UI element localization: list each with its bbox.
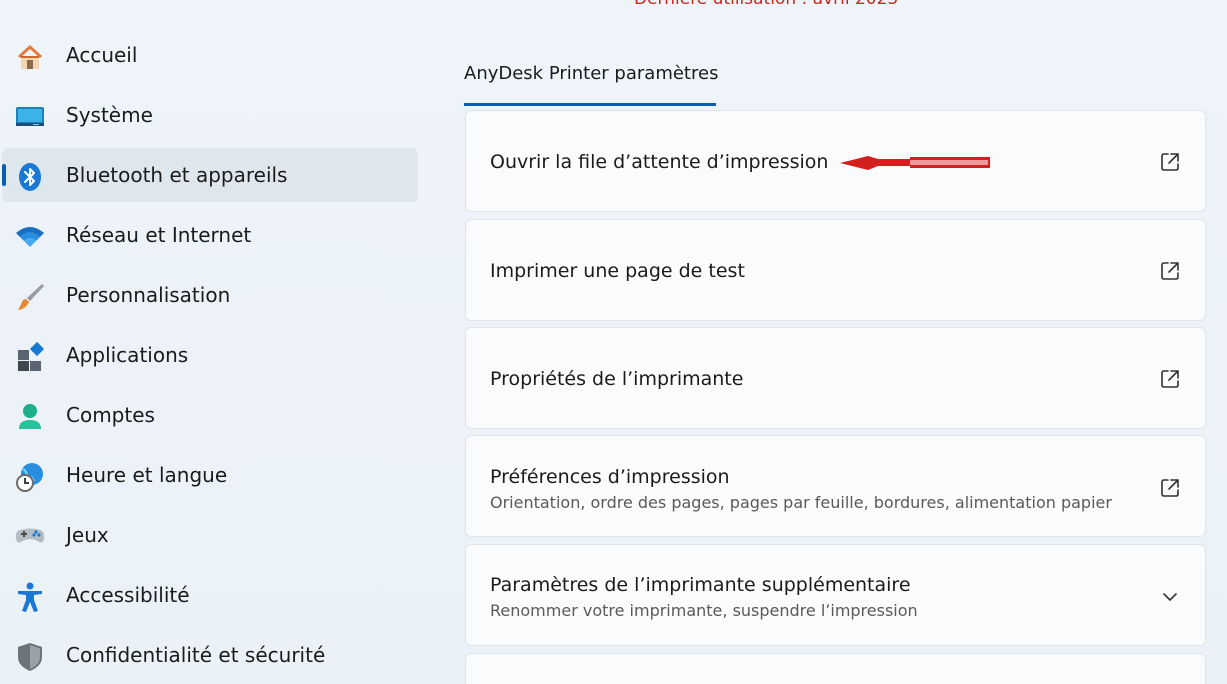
apps-icon — [14, 341, 46, 373]
sidebar-nav: Accueil Système Bluetooth et appareils R… — [0, 28, 420, 684]
print-test-page-card[interactable]: Imprimer une page de test — [465, 219, 1206, 321]
external-link-icon — [1159, 260, 1181, 282]
brush-icon — [14, 281, 46, 313]
accessibility-icon — [14, 581, 46, 613]
home-icon — [14, 41, 46, 73]
tab-printer-settings[interactable]: AnyDesk Printer paramètres — [464, 60, 719, 106]
card-subtitle: Orientation, ordre des pages, pages par … — [490, 493, 1112, 512]
annotation-arrow — [840, 156, 990, 170]
sidebar-item-accessibilite[interactable]: Accessibilité — [0, 568, 420, 622]
account-icon — [14, 401, 46, 433]
gamepad-icon — [14, 521, 46, 553]
card-title: Préférences d’impression — [490, 466, 730, 488]
sidebar-item-bluetooth[interactable]: Bluetooth et appareils — [2, 148, 418, 202]
sidebar-item-applications[interactable]: Applications — [0, 328, 420, 382]
card-title: Propriétés de l’imprimante — [490, 368, 744, 390]
shield-icon — [14, 641, 46, 673]
sidebar-item-label: Réseau et Internet — [66, 223, 252, 247]
sidebar-item-personnalisation[interactable]: Personnalisation — [0, 268, 420, 322]
additional-printer-settings-card[interactable]: Paramètres de l’imprimante supplémentair… — [465, 544, 1206, 646]
bluetooth-icon — [14, 161, 46, 193]
sidebar-item-heure-langue[interactable]: Heure et langue — [0, 448, 420, 502]
sidebar-item-label: Heure et langue — [66, 463, 228, 487]
open-print-queue-card[interactable]: Ouvrir la file d’attente d’impression — [465, 110, 1206, 212]
settings-window: Dernière utilisation : avril 2023 Accuei… — [0, 0, 1227, 684]
sidebar-item-label: Comptes — [66, 403, 155, 427]
external-link-icon — [1159, 151, 1181, 173]
sidebar-item-label: Personnalisation — [66, 283, 231, 307]
card-title: Paramètres de l’imprimante supplémentair… — [490, 574, 911, 596]
sidebar-item-comptes[interactable]: Comptes — [0, 388, 420, 442]
printing-preferences-card[interactable]: Préférences d’impression Orientation, or… — [465, 435, 1206, 537]
card-title: Ouvrir la file d’attente d’impression — [490, 151, 829, 173]
sidebar-item-systeme[interactable]: Système — [0, 88, 420, 142]
sidebar-item-label: Accueil — [66, 43, 138, 67]
next-settings-card[interactable] — [465, 653, 1206, 684]
sidebar-item-confidentialite[interactable]: Confidentialité et sécurité — [0, 628, 420, 682]
last-used-text: Dernière utilisation : avril 2023 — [634, 0, 898, 9]
wifi-icon — [14, 221, 46, 253]
sidebar-item-label: Jeux — [66, 523, 109, 547]
sidebar-item-accueil[interactable]: Accueil — [0, 28, 420, 82]
chevron-down-icon[interactable] — [1159, 586, 1181, 608]
selection-indicator — [2, 164, 6, 186]
external-link-icon — [1159, 477, 1181, 499]
sidebar-item-label: Applications — [66, 343, 189, 367]
card-title: Imprimer une page de test — [490, 260, 745, 282]
card-subtitle: Renommer votre imprimante, suspendre l’i… — [490, 601, 918, 620]
sidebar-item-jeux[interactable]: Jeux — [0, 508, 420, 562]
sidebar-item-label: Confidentialité et sécurité — [66, 643, 326, 667]
sidebar-item-label: Accessibilité — [66, 583, 190, 607]
tab-underline — [464, 103, 716, 106]
printer-properties-card[interactable]: Propriétés de l’imprimante — [465, 327, 1206, 429]
sidebar-item-reseau[interactable]: Réseau et Internet — [0, 208, 420, 262]
globe-clock-icon — [14, 461, 46, 493]
tab-label: AnyDesk Printer paramètres — [464, 63, 719, 84]
sidebar-item-label: Bluetooth et appareils — [66, 163, 288, 187]
system-icon — [14, 101, 46, 133]
external-link-icon — [1159, 368, 1181, 390]
sidebar-item-label: Système — [66, 103, 153, 127]
